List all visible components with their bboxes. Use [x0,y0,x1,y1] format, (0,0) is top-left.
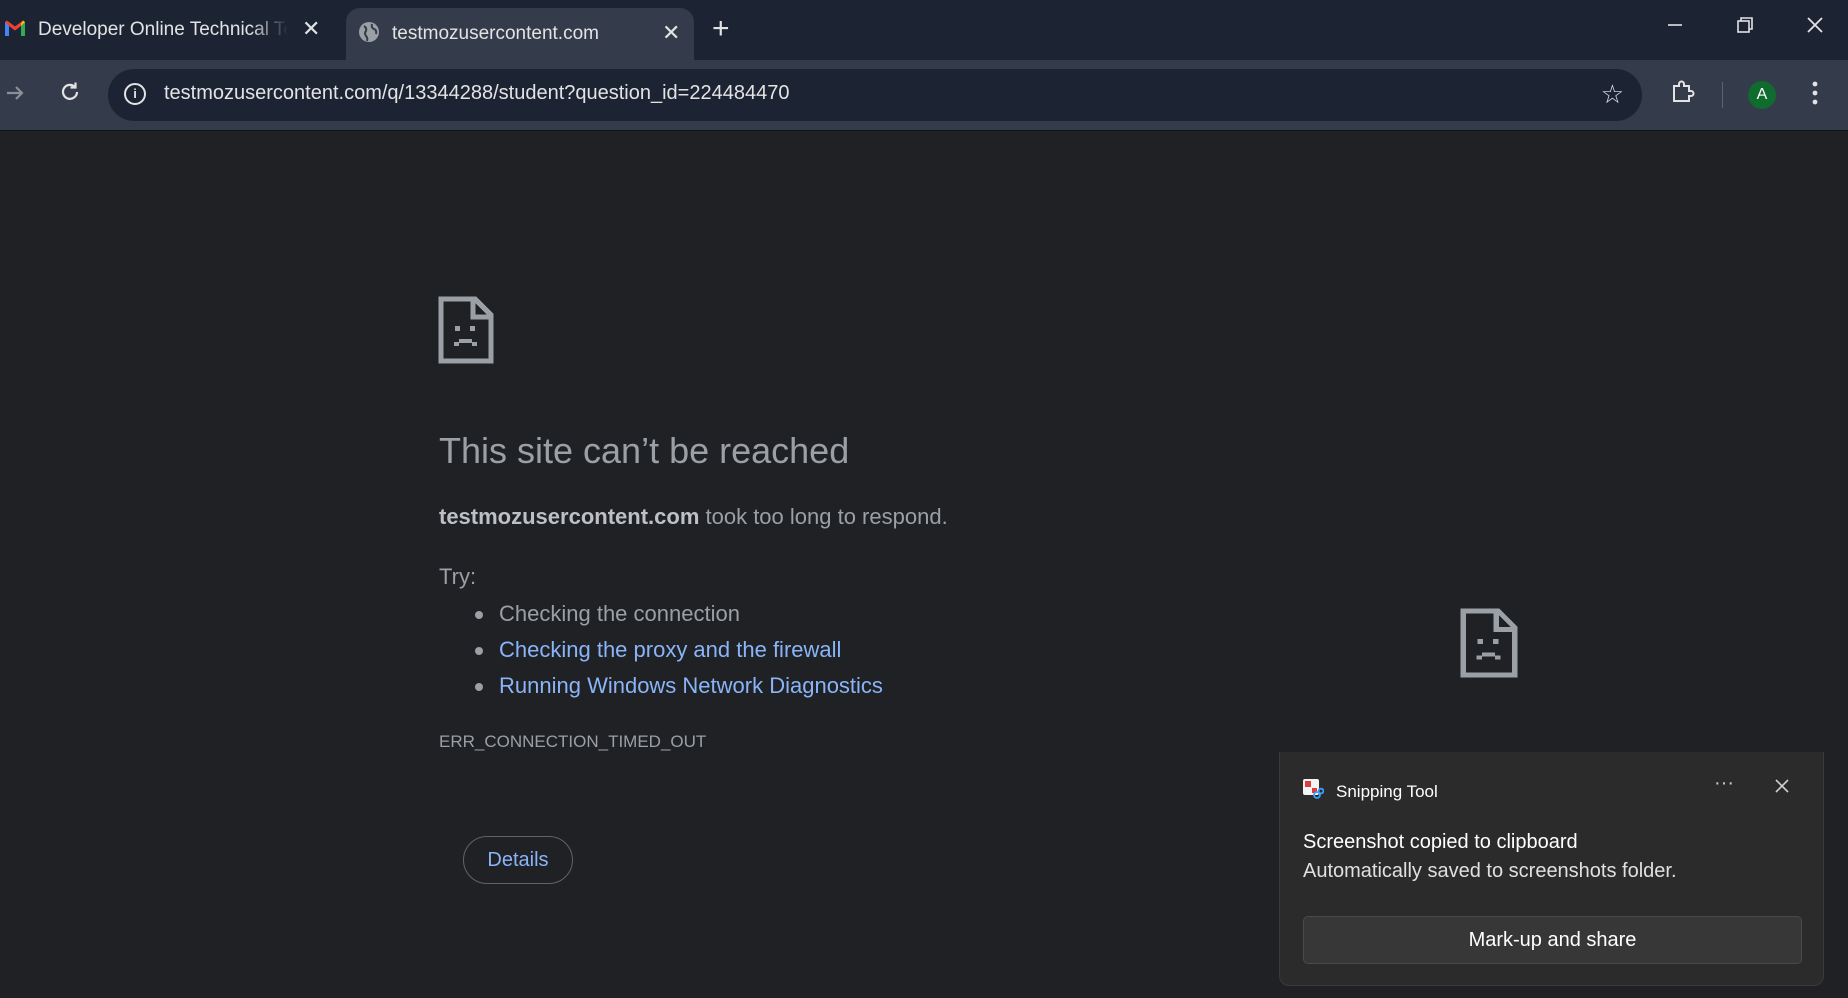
markup-and-share-button[interactable]: Mark-up and share [1303,916,1802,964]
sad-page-icon [1460,608,1518,683]
toolbar-divider [1722,82,1723,108]
sad-page-icon [438,296,494,369]
menu-kebab-icon[interactable] [1808,80,1822,113]
tab-close-icon[interactable]: ✕ [302,16,320,42]
tab-close-icon[interactable]: ✕ [662,20,680,46]
notification-app-name: Snipping Tool [1336,781,1438,801]
tab-title: Developer Online Technical Test [38,19,288,40]
notification-app-header: Snipping Tool [1302,778,1438,805]
site-info-icon[interactable]: i [124,83,146,105]
restore-icon[interactable] [1736,14,1754,40]
forward-icon[interactable] [4,80,26,111]
reload-icon[interactable] [58,80,82,111]
error-description: testmozusercontent.com took too long to … [439,504,948,530]
suggestion-network-diagnostics-link[interactable]: Running Windows Network Diagnostics [473,668,883,704]
error-message: took too long to respond. [699,504,948,529]
error-host: testmozusercontent.com [439,504,700,529]
more-options-icon[interactable]: ··· [1714,772,1734,795]
tab-strip: Developer Online Technical Test ✕ testmo… [0,0,1848,60]
new-tab-icon[interactable]: + [712,14,730,44]
error-heading: This site can’t be reached [439,430,850,471]
globe-icon [358,21,380,48]
gmail-icon [4,19,26,42]
error-code: ERR_CONNECTION_TIMED_OUT [439,732,707,751]
notification-body: Automatically saved to screenshots folde… [1303,860,1677,882]
extensions-icon[interactable] [1670,78,1696,111]
suggestion-list: Checking the connection Checking the pro… [473,596,883,704]
suggestion-check-connection: Checking the connection [473,596,883,632]
close-icon[interactable] [1774,774,1790,800]
profile-avatar[interactable]: A [1748,81,1776,109]
url-text[interactable]: testmozusercontent.com/q/13344288/studen… [164,82,789,105]
minimize-icon[interactable] [1666,14,1684,40]
try-label: Try: [439,564,477,589]
tab-testmoz[interactable]: testmozusercontent.com ✕ [346,8,694,60]
bookmark-star-icon[interactable]: ☆ [1601,79,1624,110]
snipping-tool-icon [1302,778,1325,805]
tab-developer-test[interactable]: Developer Online Technical Test ✕ [0,0,345,60]
details-button[interactable]: Details [463,836,573,884]
snipping-tool-notification[interactable]: Snipping Tool ··· Screenshot copied to c… [1279,752,1824,986]
tab-title: testmozusercontent.com [392,23,599,44]
browser-toolbar: i testmozusercontent.com/q/13344288/stud… [0,60,1848,131]
screenshot-preview[interactable] [1280,490,1825,752]
suggestion-check-proxy-link[interactable]: Checking the proxy and the firewall [473,632,883,668]
notification-title: Screenshot copied to clipboard [1303,831,1578,853]
address-bar[interactable]: i testmozusercontent.com/q/13344288/stud… [108,69,1642,121]
close-window-icon[interactable] [1806,14,1824,40]
